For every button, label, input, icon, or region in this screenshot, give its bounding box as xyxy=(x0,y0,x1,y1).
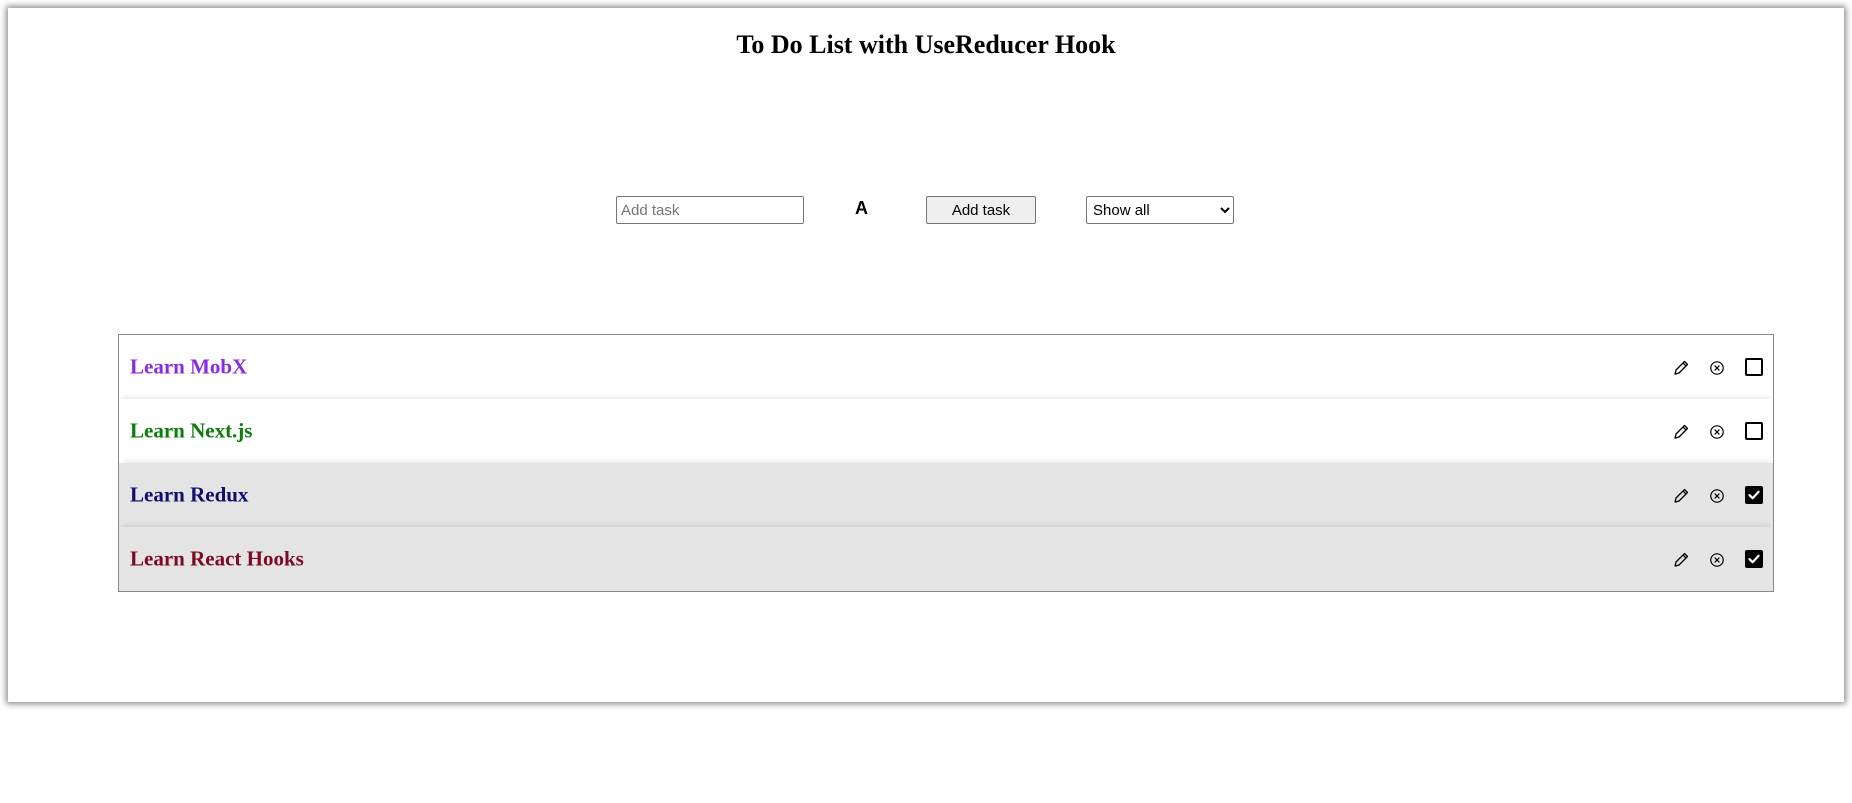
filter-select[interactable]: Show all xyxy=(1086,196,1234,224)
checkbox-icon[interactable] xyxy=(1745,358,1763,376)
task-row: Learn React Hooks xyxy=(119,527,1773,591)
pencil-icon[interactable] xyxy=(1672,551,1690,569)
task-list: Learn MobX Learn Next.js Learn Redux Lea… xyxy=(118,334,1774,592)
app-container: To Do List with UseReducer Hook A Add ta… xyxy=(8,8,1844,702)
pencil-icon[interactable] xyxy=(1672,359,1690,377)
add-task-input[interactable] xyxy=(616,196,804,224)
task-row: Learn Redux xyxy=(119,463,1773,527)
add-task-button[interactable]: Add task xyxy=(926,196,1036,224)
text-color-picker-icon[interactable]: A xyxy=(855,198,868,219)
checkbox-icon[interactable] xyxy=(1745,422,1763,440)
pencil-icon[interactable] xyxy=(1672,487,1690,505)
task-text: Learn MobX xyxy=(130,354,248,379)
task-text: Learn Next.js xyxy=(130,418,253,443)
task-row: Learn MobX xyxy=(119,335,1773,399)
checkbox-icon[interactable] xyxy=(1745,550,1763,568)
task-row: Learn Next.js xyxy=(119,399,1773,463)
checkbox-icon[interactable] xyxy=(1745,486,1763,504)
page-title: To Do List with UseReducer Hook xyxy=(736,30,1116,59)
close-circle-icon[interactable] xyxy=(1709,424,1725,440)
task-controls: A Add task Show all xyxy=(8,195,1844,225)
close-circle-icon[interactable] xyxy=(1709,488,1725,504)
task-text: Learn Redux xyxy=(130,482,249,507)
close-circle-icon[interactable] xyxy=(1709,552,1725,568)
close-circle-icon[interactable] xyxy=(1709,360,1725,376)
task-text: Learn React Hooks xyxy=(130,546,304,571)
pencil-icon[interactable] xyxy=(1672,423,1690,441)
